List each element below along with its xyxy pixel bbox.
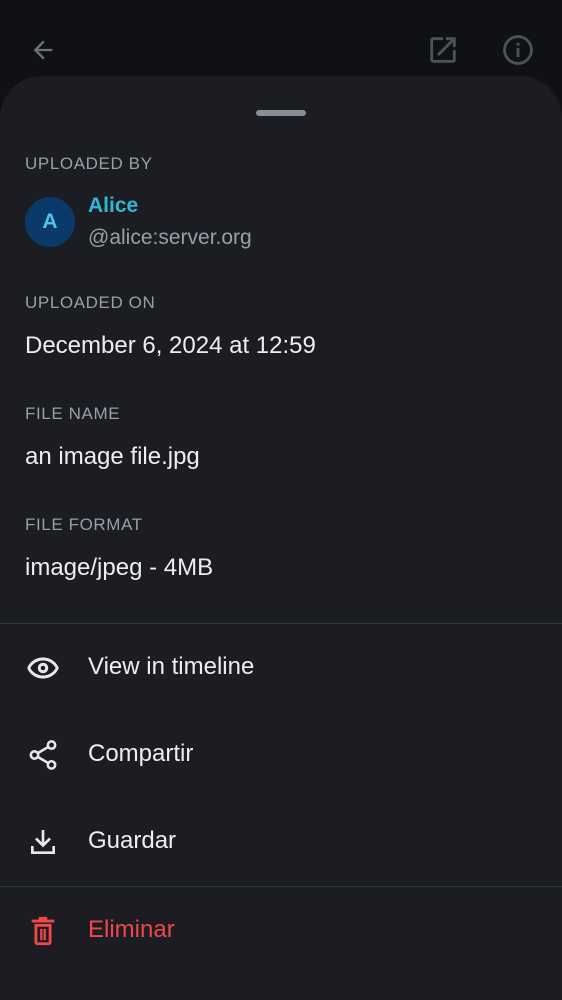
media-details-screen: UPLOADED BY A Alice @alice:server.org UP… xyxy=(0,0,562,1000)
divider xyxy=(0,886,562,887)
delete-label: Eliminar xyxy=(88,916,175,943)
arrow-back-icon xyxy=(33,40,53,60)
save-label: Guardar xyxy=(88,827,177,854)
eye-icon xyxy=(24,649,62,687)
drag-handle[interactable] xyxy=(256,110,306,116)
details-bottom-sheet: UPLOADED BY A Alice @alice:server.org UP… xyxy=(0,76,562,1000)
delete-button[interactable]: Eliminar xyxy=(0,890,562,970)
info-button[interactable] xyxy=(498,30,538,70)
open-external-icon xyxy=(430,37,456,63)
trash-icon xyxy=(24,912,62,950)
file-format-label: FILE FORMAT xyxy=(25,515,143,534)
file-name-value: an image file.jpg xyxy=(25,443,200,470)
open-external-button[interactable] xyxy=(423,30,463,70)
uploaded-on-label: UPLOADED ON xyxy=(25,293,156,312)
file-format-value: image/jpeg - 4MB xyxy=(25,554,214,581)
view-in-timeline-button[interactable]: View in timeline xyxy=(0,627,562,707)
divider xyxy=(0,623,562,624)
uploaded-by-label: UPLOADED BY xyxy=(25,154,153,173)
uploaded-on-value: December 6, 2024 at 12:59 xyxy=(25,332,316,359)
uploader-user-id: @alice:server.org xyxy=(88,226,252,249)
save-button[interactable]: Guardar xyxy=(0,801,562,881)
back-button[interactable] xyxy=(23,30,63,70)
share-icon xyxy=(24,736,62,774)
download-icon xyxy=(24,823,62,861)
view-in-timeline-label: View in timeline xyxy=(88,653,255,680)
file-name-label: FILE NAME xyxy=(25,404,121,423)
info-icon xyxy=(503,35,533,65)
uploader-name: Alice xyxy=(88,194,139,217)
share-label: Compartir xyxy=(88,740,194,767)
avatar: A xyxy=(25,197,75,247)
share-button[interactable]: Compartir xyxy=(0,714,562,794)
